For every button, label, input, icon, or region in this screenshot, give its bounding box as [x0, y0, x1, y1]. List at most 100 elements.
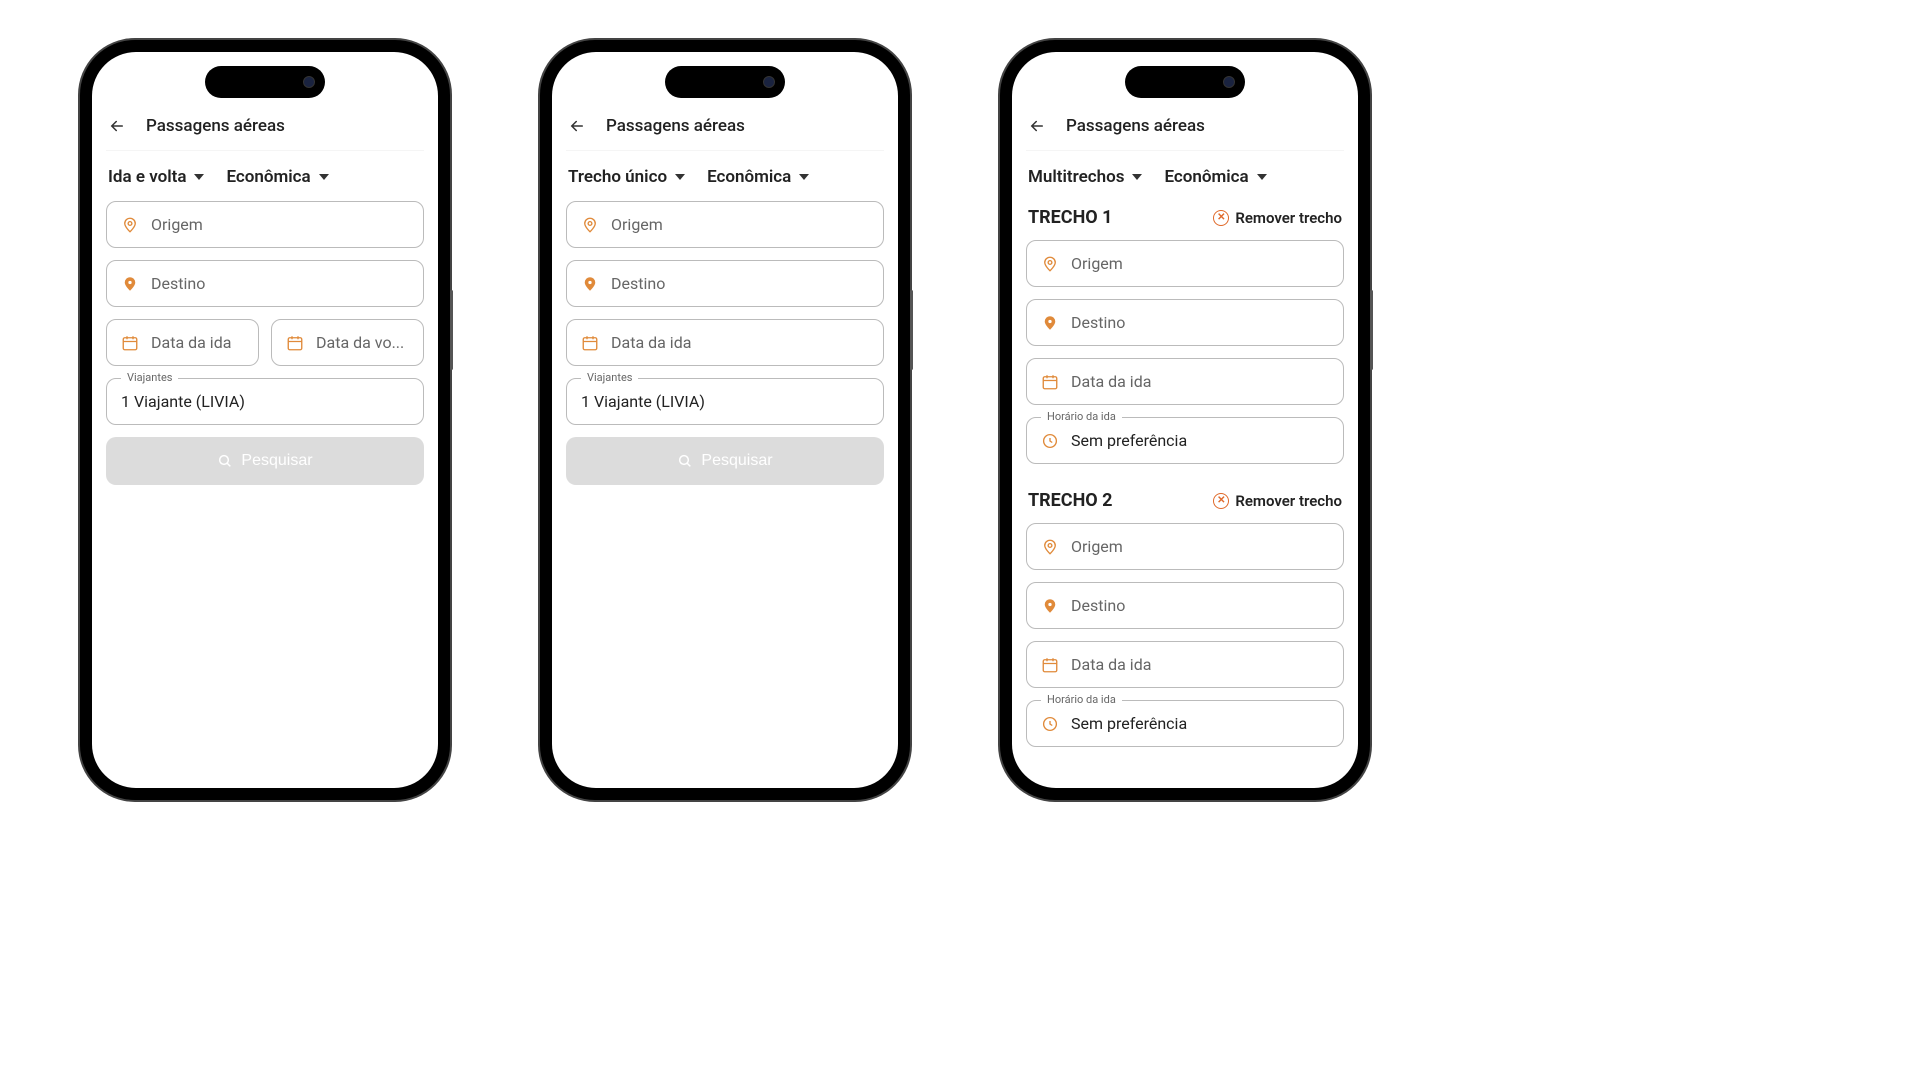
origin-field[interactable]: Origem [1026, 240, 1344, 287]
return-date-field[interactable]: Data da vo... [271, 319, 424, 366]
phone-notch [1125, 66, 1245, 98]
trip-type-label: Trecho único [568, 167, 667, 187]
page-title: Passagens aéreas [606, 116, 745, 136]
pin-filled-icon [1041, 597, 1059, 615]
remove-segment-label: Remover trecho [1235, 492, 1342, 510]
pin-outline-icon [1041, 538, 1059, 556]
close-circle-icon: ✕ [1213, 493, 1229, 509]
remove-segment-button[interactable]: ✕ Remover trecho [1213, 209, 1342, 227]
search-icon [217, 453, 233, 469]
close-circle-icon: ✕ [1213, 210, 1229, 226]
calendar-icon [121, 334, 139, 352]
back-button[interactable] [1028, 117, 1046, 135]
phone-side-button [450, 290, 453, 370]
chevron-down-icon [319, 174, 329, 180]
trip-type-dropdown[interactable]: Multitrechos [1028, 167, 1142, 187]
travelers-field[interactable]: Viajantes 1 Viajante (LIVIA) [106, 378, 424, 425]
departure-date-field[interactable]: Data da ida [1026, 358, 1344, 405]
pin-outline-icon [1041, 255, 1059, 273]
cabin-class-dropdown[interactable]: Econômica [707, 167, 809, 187]
trip-type-dropdown[interactable]: Trecho único [568, 167, 685, 187]
search-button-label: Pesquisar [241, 452, 312, 470]
chevron-down-icon [1132, 174, 1142, 180]
search-button-label: Pesquisar [701, 452, 772, 470]
travelers-float-label: Viajantes [121, 371, 178, 384]
pin-filled-icon [581, 275, 599, 293]
time-float-label: Horário da ida [1041, 693, 1122, 706]
departure-date-placeholder: Data da ida [1071, 655, 1151, 674]
time-value: Sem preferência [1071, 714, 1187, 733]
cabin-class-dropdown[interactable]: Econômica [1164, 167, 1266, 187]
clock-icon [1041, 432, 1059, 450]
cabin-class-label: Econômica [707, 167, 791, 187]
time-float-label: Horário da ida [1041, 410, 1122, 423]
search-button[interactable]: Pesquisar [566, 437, 884, 485]
destination-placeholder: Destino [1071, 313, 1125, 332]
departure-time-field[interactable]: Horário da ida Sem preferência [1026, 417, 1344, 464]
departure-date-field[interactable]: Data da ida [106, 319, 259, 366]
pin-outline-icon [121, 216, 139, 234]
segment-block: TRECHO 2 ✕ Remover trecho Origem [1026, 484, 1344, 747]
search-icon [677, 453, 693, 469]
phone-side-button [910, 290, 913, 370]
phone-side-button [1370, 290, 1373, 370]
departure-date-field[interactable]: Data da ida [566, 319, 884, 366]
back-button[interactable] [568, 117, 586, 135]
destination-placeholder: Destino [1071, 596, 1125, 615]
origin-placeholder: Origem [611, 215, 663, 234]
origin-field[interactable]: Origem [106, 201, 424, 248]
origin-placeholder: Origem [1071, 537, 1123, 556]
phone-notch [205, 66, 325, 98]
trip-type-label: Multitrechos [1028, 167, 1124, 187]
trip-type-dropdown[interactable]: Ida e volta [108, 167, 204, 187]
travelers-float-label: Viajantes [581, 371, 638, 384]
back-button[interactable] [108, 117, 126, 135]
departure-date-placeholder: Data da ida [611, 333, 691, 352]
segment-block: TRECHO 1 ✕ Remover trecho Origem [1026, 201, 1344, 464]
travelers-value: 1 Viajante (LIVIA) [121, 392, 245, 411]
phone-mockup-roundtrip: Passagens aéreas Ida e volta Econômica O… [80, 40, 450, 800]
remove-segment-button[interactable]: ✕ Remover trecho [1213, 492, 1342, 510]
remove-segment-label: Remover trecho [1235, 209, 1342, 227]
destination-field[interactable]: Destino [566, 260, 884, 307]
page-title: Passagens aéreas [146, 116, 285, 136]
destination-field[interactable]: Destino [1026, 299, 1344, 346]
origin-field[interactable]: Origem [1026, 523, 1344, 570]
trip-type-label: Ida e volta [108, 167, 186, 187]
phone-mockup-oneway: Passagens aéreas Trecho único Econômica … [540, 40, 910, 800]
destination-field[interactable]: Destino [106, 260, 424, 307]
phone-mockup-multicity: Passagens aéreas Multitrechos Econômica … [1000, 40, 1370, 800]
cabin-class-label: Econômica [1164, 167, 1248, 187]
segment-title: TRECHO 2 [1028, 490, 1113, 511]
departure-time-field[interactable]: Horário da ida Sem preferência [1026, 700, 1344, 747]
origin-field[interactable]: Origem [566, 201, 884, 248]
destination-placeholder: Destino [151, 274, 205, 293]
pin-outline-icon [581, 216, 599, 234]
arrow-left-icon [1028, 117, 1046, 135]
arrow-left-icon [568, 117, 586, 135]
time-value: Sem preferência [1071, 431, 1187, 450]
destination-field[interactable]: Destino [1026, 582, 1344, 629]
chevron-down-icon [799, 174, 809, 180]
return-date-placeholder: Data da vo... [316, 333, 404, 352]
page-title: Passagens aéreas [1066, 116, 1205, 136]
destination-placeholder: Destino [611, 274, 665, 293]
departure-date-placeholder: Data da ida [1071, 372, 1151, 391]
chevron-down-icon [675, 174, 685, 180]
clock-icon [1041, 715, 1059, 733]
departure-date-field[interactable]: Data da ida [1026, 641, 1344, 688]
phone-notch [665, 66, 785, 98]
search-button[interactable]: Pesquisar [106, 437, 424, 485]
calendar-icon [1041, 373, 1059, 391]
origin-placeholder: Origem [151, 215, 203, 234]
travelers-value: 1 Viajante (LIVIA) [581, 392, 705, 411]
departure-date-placeholder: Data da ida [151, 333, 231, 352]
travelers-field[interactable]: Viajantes 1 Viajante (LIVIA) [566, 378, 884, 425]
pin-filled-icon [121, 275, 139, 293]
calendar-icon [286, 334, 304, 352]
origin-placeholder: Origem [1071, 254, 1123, 273]
cabin-class-label: Econômica [226, 167, 310, 187]
calendar-icon [1041, 656, 1059, 674]
segment-title: TRECHO 1 [1028, 207, 1113, 228]
cabin-class-dropdown[interactable]: Econômica [226, 167, 328, 187]
